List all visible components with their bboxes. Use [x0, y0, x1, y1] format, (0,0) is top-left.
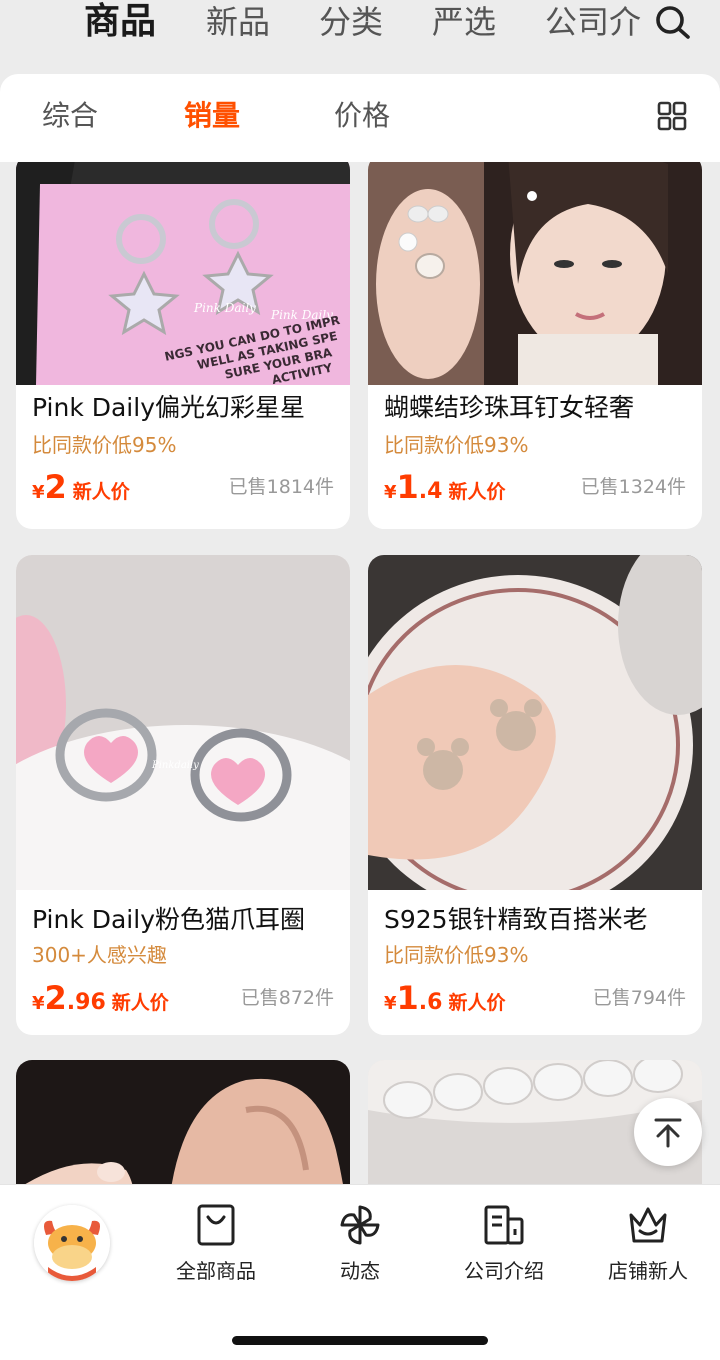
- back-to-top-button[interactable]: [634, 1098, 702, 1166]
- price-symbol: ¥: [32, 482, 45, 503]
- sort-bar: 综合 销量 价格: [0, 74, 720, 162]
- product-title[interactable]: Pink Daily粉色猫爪耳圈: [32, 902, 342, 938]
- product-image[interactable]: Pink Daily Pink Daily NGS YOU CAN DO TO …: [16, 162, 350, 385]
- product-card[interactable]: S925银针精致百搭米老 比同款价低93% ¥1.6 新人价 已售794件: [368, 555, 702, 1035]
- product-image[interactable]: [16, 1060, 350, 1184]
- top-tab-category[interactable]: 分类: [319, 0, 383, 44]
- sort-price[interactable]: 价格: [334, 96, 390, 136]
- price-integer: 1: [396, 979, 419, 1017]
- top-tab-products[interactable]: 商品: [84, 0, 156, 44]
- price-symbol: ¥: [384, 993, 397, 1014]
- top-tab-bar: 商品 新品 分类 严选 公司介: [0, 0, 720, 74]
- nav-label: 全部商品: [176, 1259, 256, 1283]
- product-card[interactable]: Pinkdaily Pink Daily粉色猫爪耳圈 300+人感兴趣 ¥2.9…: [16, 555, 350, 1035]
- product-subtitle: 比同款价低93%: [384, 433, 529, 457]
- home-indicator: [232, 1336, 488, 1345]
- search-icon: [656, 6, 690, 39]
- product-subtitle: 300+人感兴趣: [32, 943, 167, 967]
- nav-feed[interactable]: 动态: [290, 1203, 430, 1293]
- sort-sales[interactable]: 销量: [184, 96, 240, 136]
- shopping-bag-icon: [197, 1204, 235, 1246]
- product-card[interactable]: [16, 1060, 350, 1184]
- product-image-brand-text: Pink Daily: [193, 301, 256, 315]
- nav-label: 公司介绍: [464, 1259, 544, 1283]
- sold-count: 已售1324件: [580, 476, 686, 498]
- back-to-top-icon: [654, 1118, 682, 1148]
- pinwheel-icon: [340, 1205, 380, 1245]
- product-title[interactable]: Pink Daily偏光幻彩星星: [32, 390, 342, 426]
- top-tab-new[interactable]: 新品: [206, 0, 270, 44]
- bottom-nav: 全部商品 动态 公司介绍 店铺新人: [0, 1184, 720, 1360]
- grid-view-toggle[interactable]: [656, 100, 688, 132]
- nav-label: 店铺新人: [608, 1259, 688, 1283]
- price-decimal: .96: [66, 990, 106, 1015]
- price-tag: 新人价: [111, 992, 169, 1014]
- sort-comprehensive[interactable]: 综合: [42, 96, 98, 136]
- product-image-brand-text: Pinkdaily: [151, 760, 199, 771]
- search-button[interactable]: [652, 2, 692, 42]
- product-title[interactable]: S925银针精致百搭米老: [384, 902, 694, 938]
- product-card[interactable]: 蝴蝶结珍珠耳钉女轻奢 比同款价低93% ¥1.4 新人价 已售1324件: [368, 162, 702, 529]
- price-integer: 2: [44, 468, 67, 506]
- product-image[interactable]: [368, 555, 702, 890]
- top-tab-selected[interactable]: 严选: [432, 0, 496, 44]
- top-tab-company[interactable]: 公司介: [545, 0, 641, 44]
- product-card[interactable]: Pink Daily Pink Daily NGS YOU CAN DO TO …: [16, 162, 350, 529]
- grid-view-icon: [657, 101, 687, 131]
- price-integer: 2: [44, 979, 67, 1017]
- price-symbol: ¥: [32, 993, 45, 1014]
- nav-shop-newcomer[interactable]: 店铺新人: [578, 1203, 718, 1293]
- product-price: ¥2.96 新人价: [32, 978, 169, 1018]
- nav-company-intro[interactable]: 公司介绍: [434, 1203, 574, 1293]
- product-price: ¥1.4 新人价: [384, 467, 505, 507]
- sold-count: 已售1814件: [228, 476, 334, 498]
- price-decimal: .4: [418, 479, 443, 504]
- price-tag: 新人价: [72, 481, 130, 503]
- product-image[interactable]: Pinkdaily: [16, 555, 350, 890]
- shop-avatar[interactable]: [34, 1205, 110, 1281]
- product-subtitle: 比同款价低95%: [32, 433, 177, 457]
- crown-icon: [629, 1207, 667, 1243]
- product-price: ¥1.6 新人价: [384, 978, 505, 1018]
- product-image[interactable]: [368, 162, 702, 385]
- nav-label: 动态: [340, 1259, 380, 1283]
- product-title[interactable]: 蝴蝶结珍珠耳钉女轻奢: [384, 390, 694, 426]
- price-tag: 新人价: [448, 992, 506, 1014]
- building-icon: [484, 1205, 524, 1245]
- price-symbol: ¥: [384, 482, 397, 503]
- sold-count: 已售872件: [240, 987, 334, 1009]
- ox-avatar-icon: [34, 1205, 110, 1281]
- price-decimal: .6: [418, 990, 443, 1015]
- nav-all-products[interactable]: 全部商品: [146, 1203, 286, 1293]
- product-subtitle: 比同款价低93%: [384, 943, 529, 967]
- sold-count: 已售794件: [592, 987, 686, 1009]
- price-tag: 新人价: [448, 481, 506, 503]
- product-feed[interactable]: Pink Daily Pink Daily NGS YOU CAN DO TO …: [0, 162, 720, 1184]
- price-integer: 1: [396, 468, 419, 506]
- product-price: ¥2 新人价: [32, 467, 130, 507]
